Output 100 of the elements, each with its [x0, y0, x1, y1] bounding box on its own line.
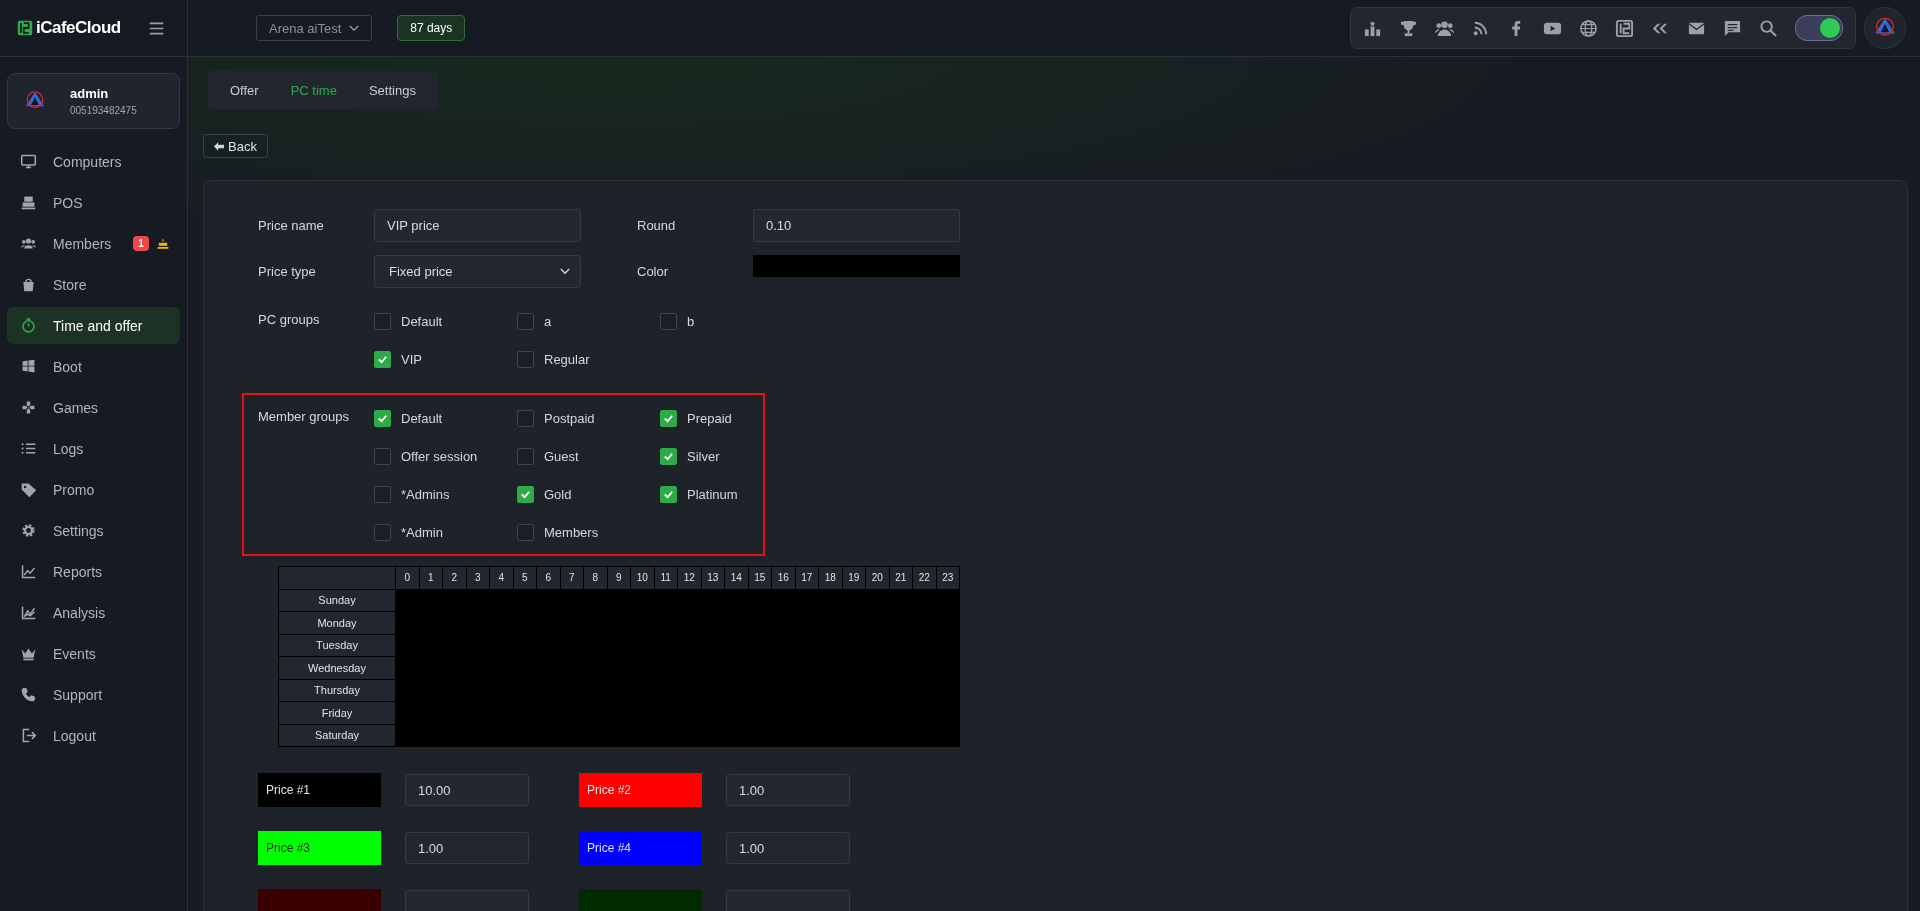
group-checkbox[interactable]: Default [374, 407, 517, 430]
check-icon [377, 354, 388, 365]
sidebar-item[interactable]: Time and offer [7, 307, 180, 344]
logo-mark-icon[interactable] [1615, 18, 1634, 38]
price-type-select[interactable]: Fixed price [374, 255, 581, 288]
hour-header: 0 [396, 567, 419, 589]
tab[interactable]: Offer [214, 82, 275, 98]
sidebar-item[interactable]: Reports [7, 553, 180, 590]
logo-mark-icon [17, 20, 33, 36]
people-icon [20, 235, 37, 252]
search-icon[interactable] [1759, 18, 1778, 38]
price-field[interactable]: 10.00 [405, 774, 529, 806]
group-checkbox[interactable]: Guest [517, 445, 660, 468]
field-label: Color [636, 264, 670, 279]
brand-logo[interactable]: iCafeCloud [17, 18, 121, 38]
trophy-icon[interactable] [1399, 18, 1418, 38]
area-icon [20, 604, 37, 621]
user-card[interactable]: admin 005193482475 [7, 73, 180, 129]
day-header: Thursday [279, 679, 395, 701]
price-name-field[interactable]: VIP price [374, 209, 581, 242]
group-checkbox[interactable]: Postpaid [517, 407, 660, 430]
caret-icon [349, 24, 360, 32]
hour-header: 23 [936, 567, 959, 589]
group-checkbox[interactable]: Offer session [374, 445, 517, 468]
day-header: Tuesday [279, 634, 395, 656]
hour-header: 7 [560, 567, 583, 589]
chat-icon[interactable] [1723, 18, 1742, 38]
group-checkbox[interactable]: a [517, 310, 660, 333]
tab[interactable]: PC time [274, 82, 353, 98]
hour-header: 10 [631, 567, 654, 589]
cake-icon [156, 237, 169, 250]
field-label: Round [636, 218, 677, 233]
bag-icon [20, 276, 37, 293]
hour-header: 17 [795, 567, 818, 589]
tab[interactable]: Settings [352, 82, 432, 98]
check-icon [520, 489, 531, 500]
windows-icon [20, 358, 37, 375]
hour-header: 8 [584, 567, 607, 589]
theme-toggle[interactable] [1795, 15, 1843, 41]
sidebar-item[interactable]: Boot [7, 348, 180, 385]
sidebar-item[interactable]: Members 1 [7, 225, 180, 262]
group-checkbox[interactable]: Prepaid [660, 407, 803, 430]
sidebar-item[interactable]: Promo [7, 471, 180, 508]
hour-header: 3 [466, 567, 489, 589]
leaderboard-icon[interactable] [1363, 18, 1382, 38]
sidebar-item[interactable]: Store [7, 266, 180, 303]
check-icon [663, 413, 674, 424]
group-checkbox[interactable]: VIP [374, 348, 517, 371]
price-color-label[interactable]: Price #4 [579, 831, 702, 865]
field-label: Member groups [258, 408, 351, 426]
field-label: Price type [258, 264, 317, 279]
group-checkbox[interactable]: Default [374, 310, 517, 333]
sidebar-item[interactable]: Games [7, 389, 180, 426]
hour-header: 4 [490, 567, 513, 589]
group-checkbox[interactable]: b [660, 310, 803, 333]
hour-header: 21 [889, 567, 912, 589]
days-badge: 87 days [397, 15, 466, 41]
hour-header: 20 [866, 567, 889, 589]
hour-header: 19 [842, 567, 865, 589]
color-picker[interactable] [753, 255, 960, 277]
group-checkbox[interactable]: Gold [517, 483, 660, 506]
day-header: Saturday [279, 724, 395, 746]
round-field[interactable]: 0.10 [753, 209, 960, 242]
back-button[interactable]: Back [203, 134, 268, 158]
price-field[interactable]: 1.00 [726, 774, 850, 806]
sidebar-item[interactable]: Logout [7, 717, 180, 754]
hour-header: 22 [913, 567, 936, 589]
price-color-label[interactable]: Price #3 [258, 831, 381, 865]
timer-icon [20, 317, 37, 334]
hour-header: 14 [725, 567, 748, 589]
sidebar-item[interactable]: Computers [7, 143, 180, 180]
sidebar-item[interactable]: Support [7, 676, 180, 713]
group-checkbox[interactable]: *Admins [374, 483, 517, 506]
day-header: Monday [279, 612, 395, 634]
group-checkbox[interactable]: Silver [660, 445, 803, 468]
sidebar-item[interactable]: Logs [7, 430, 180, 467]
group-checkbox[interactable]: Platinum [660, 483, 803, 506]
caret-icon [560, 268, 570, 275]
gear-icon [20, 522, 37, 539]
sidebar-item[interactable]: Analysis [7, 594, 180, 631]
price-field[interactable]: 1.00 [726, 832, 850, 864]
group-checkbox[interactable]: Members [517, 521, 660, 544]
monitor-icon [20, 153, 37, 170]
day-header: Sunday [279, 589, 395, 611]
group-checkbox[interactable]: *Admin [374, 521, 517, 544]
group-icon[interactable] [1435, 18, 1454, 38]
sidebar-item[interactable]: POS [7, 184, 180, 221]
sidebar-item[interactable]: Events [7, 635, 180, 672]
price-field[interactable]: 1.00 [405, 832, 529, 864]
group-checkbox[interactable]: Regular [517, 348, 660, 371]
hour-header: 2 [443, 567, 466, 589]
price-color-label[interactable]: Price #1 [258, 773, 381, 807]
sidebar-item[interactable]: Settings [7, 512, 180, 549]
cafe-select[interactable]: Arena aiTest [256, 15, 373, 41]
day-header: Friday [279, 702, 395, 724]
avatar-logo[interactable] [1864, 7, 1906, 49]
hour-header: 13 [701, 567, 724, 589]
hour-header: 5 [513, 567, 536, 589]
crown-icon [20, 645, 37, 662]
globe-icon[interactable] [1579, 18, 1598, 38]
